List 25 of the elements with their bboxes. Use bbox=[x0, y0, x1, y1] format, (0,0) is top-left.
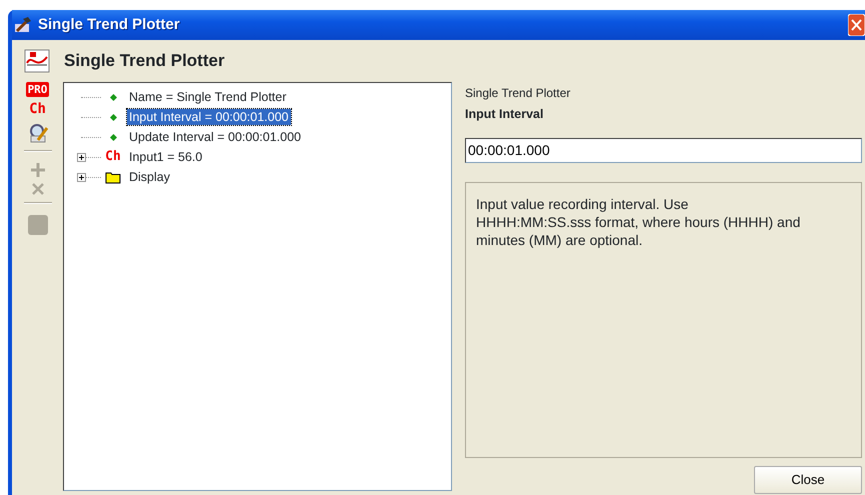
expand-icon[interactable] bbox=[77, 173, 86, 182]
edit-icon[interactable] bbox=[28, 122, 48, 144]
folder-icon bbox=[105, 170, 121, 184]
property-label: Input Interval bbox=[465, 106, 544, 123]
tree-item[interactable]: Input Interval = 00:00:01.000 bbox=[127, 109, 290, 125]
tree-item[interactable]: Input1 = 56.0 bbox=[127, 149, 204, 165]
leaf-icon bbox=[110, 94, 116, 100]
chart-icon bbox=[24, 49, 50, 73]
tree-item[interactable]: Name = Single Trend Plotter bbox=[127, 89, 288, 105]
window-title: Single Trend Plotter bbox=[38, 14, 180, 35]
context-label: Single Trend Plotter bbox=[465, 85, 572, 102]
leaf-icon bbox=[110, 134, 116, 140]
header-title: Single Trend Plotter bbox=[64, 50, 225, 72]
tree-item[interactable]: Update Interval = 00:00:01.000 bbox=[127, 129, 304, 145]
hammer-icon bbox=[14, 16, 34, 34]
tree-item[interactable]: Display bbox=[127, 169, 172, 185]
channel-label[interactable]: Ch bbox=[29, 101, 46, 118]
value-field[interactable]: 00:00:01.000 bbox=[465, 138, 862, 163]
close-button[interactable]: Close bbox=[754, 466, 862, 494]
pro-label[interactable]: PRO bbox=[26, 82, 50, 98]
channel-label: Ch bbox=[105, 149, 121, 165]
leaf-icon bbox=[110, 114, 116, 120]
close-icon[interactable] bbox=[848, 14, 865, 36]
description-text: Input value recording interval. Use HHHH:MM:SS.sss format, where hours (HHHH) and minutes (MM) are optional. bbox=[465, 182, 862, 458]
expand-icon[interactable] bbox=[77, 153, 86, 162]
